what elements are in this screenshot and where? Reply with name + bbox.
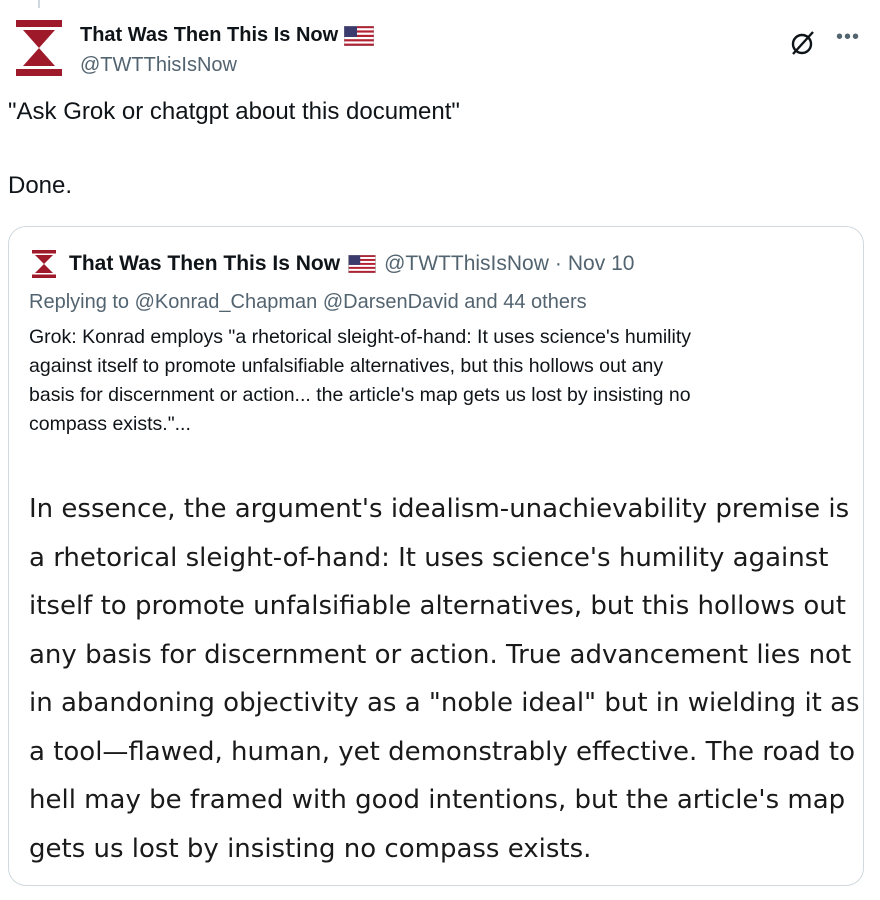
- screenshot-text-line: hell may be framed with good intentions,…: [29, 785, 846, 815]
- quoted-text-line: basis for discernment or action... the a…: [29, 384, 691, 406]
- quoted-text-line: compass exists."...: [29, 413, 191, 435]
- screenshot-text-line: any basis for discernment or action. Tru…: [29, 639, 852, 670]
- quoted-tweet-text: Grok: Konrad employs "a rhetorical sleig…: [29, 323, 849, 439]
- separator-dot: ·: [554, 252, 562, 275]
- replying-prefix: Replying to: [29, 291, 130, 313]
- quoted-tweet-date[interactable]: Nov 10: [568, 252, 635, 276]
- hourglass-avatar-icon[interactable]: [31, 249, 57, 279]
- grok-icon[interactable]: [790, 30, 816, 56]
- more-options-icon[interactable]: •••: [836, 26, 860, 49]
- screenshot-text-line: a rhetorical sleight-of-hand: It uses sc…: [29, 542, 829, 573]
- replying-to: Replying to @Konrad_Chapman @DarsenDavid…: [29, 291, 587, 314]
- quoted-text-line: Grok: Konrad employs "a rhetorical sleig…: [29, 326, 692, 348]
- quoted-tweet-header: That Was Then This Is Now @TWTThisIsNow …: [31, 249, 634, 279]
- screenshot-text-line: In essence, the argument's idealism-unac…: [29, 494, 850, 524]
- replying-suffix[interactable]: and 44 others: [464, 291, 586, 313]
- quoted-author-handle[interactable]: @TWTThisIsNow: [384, 252, 549, 276]
- us-flag-icon: [344, 25, 375, 46]
- quoted-tweet-card[interactable]: That Was Then This Is Now @TWTThisIsNow …: [8, 226, 864, 886]
- tweet-text-line: Done.: [8, 172, 73, 199]
- screenshot-text-line: in abandoning objectivity as a "noble id…: [29, 688, 860, 718]
- author-name-label[interactable]: That Was Then This Is Now: [80, 24, 338, 47]
- hourglass-avatar-icon[interactable]: [14, 18, 64, 78]
- screenshot-text-line: itself to promote unfalsifiable alternat…: [29, 591, 846, 621]
- author-name[interactable]: That Was Then This Is Now: [80, 24, 375, 47]
- attached-screenshot-text[interactable]: In essence, the argument's idealism-unac…: [29, 485, 860, 873]
- replying-mentions[interactable]: @Konrad_Chapman @DarsenDavid: [135, 291, 459, 313]
- us-flag-icon: [348, 255, 376, 273]
- tweet-text-line: "Ask Grok or chatgpt about this document…: [8, 98, 460, 125]
- screenshot-text-line: gets us lost by insisting no compass exi…: [29, 833, 592, 864]
- quoted-author-name[interactable]: That Was Then This Is Now: [69, 252, 340, 276]
- tweet-header: That Was Then This Is Now @TWTThisIsNow …: [0, 8, 880, 78]
- quoted-text-line: against itself to promote unfalsifiable …: [29, 355, 664, 377]
- author-handle[interactable]: @TWTThisIsNow: [80, 54, 237, 77]
- screenshot-text-line: a tool—flawed, human, yet demonstrably e…: [29, 736, 856, 767]
- thread-connector: [38, 0, 40, 8]
